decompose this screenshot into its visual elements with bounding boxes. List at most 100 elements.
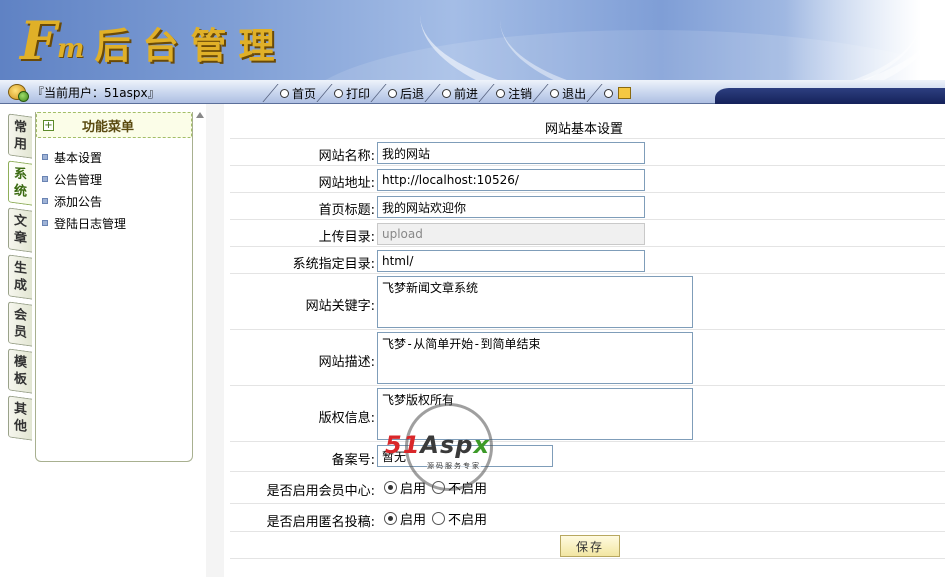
anonymous-post-on-radio[interactable]	[384, 512, 397, 525]
anonymous-post-on-label[interactable]: 启用	[400, 509, 426, 528]
home-title-label: 首页标题:	[318, 203, 375, 218]
bullet-icon	[42, 220, 48, 226]
copyright-textarea[interactable]: 飞梦版权所有	[377, 388, 693, 440]
row-description: 网站描述: 飞梦-从简单开始-到简单结束	[230, 329, 945, 385]
tab-char: 常	[13, 119, 27, 136]
nav-exit-label: 退出	[562, 86, 587, 101]
system-dir-input[interactable]	[377, 250, 645, 272]
member-center-off-label[interactable]: 不启用	[448, 478, 487, 497]
tab-char: 会	[13, 307, 27, 324]
tab-char: 他	[13, 418, 27, 435]
radio-circle-icon	[280, 88, 289, 98]
nav-back-label: 后退	[400, 86, 425, 101]
site-url-label: 网站地址:	[318, 176, 375, 191]
bullet-icon	[42, 154, 48, 160]
nav-bar-tail	[715, 88, 945, 104]
tab-member[interactable]: 会 员	[8, 301, 32, 347]
nav-home[interactable]: 首页	[268, 83, 322, 103]
nav-forward-label: 前进	[454, 86, 479, 101]
member-center-on-radio[interactable]	[384, 481, 397, 494]
nav-exit[interactable]: 退出	[538, 83, 592, 103]
home-title-input[interactable]	[377, 196, 645, 218]
anonymous-post-off-label[interactable]: 不启用	[448, 509, 487, 528]
row-site-name: 网站名称:	[230, 138, 945, 165]
upload-dir-input	[377, 223, 645, 245]
nav-home-label: 首页	[292, 86, 317, 101]
nav-folder[interactable]	[592, 83, 637, 103]
nav-logout[interactable]: 注销	[484, 83, 538, 103]
member-center-on-label[interactable]: 启用	[400, 478, 426, 497]
nav-back[interactable]: 后退	[376, 83, 430, 103]
keywords-label: 网站关键字:	[305, 299, 375, 314]
member-center-radio-group: 启用 不启用	[384, 478, 493, 497]
nav-print-label: 打印	[346, 86, 371, 101]
nav-forward[interactable]: 前进	[430, 83, 484, 103]
member-center-label: 是否启用会员中心:	[266, 484, 375, 499]
anonymous-post-label: 是否启用匿名投稿:	[266, 515, 375, 530]
logo-text: 后台管理	[94, 25, 287, 67]
nav-print[interactable]: 打印	[322, 83, 376, 103]
nav-items: 首页 打印 后退 前进 注销 退出	[268, 83, 637, 103]
menu-item-label: 登陆日志管理	[54, 216, 127, 231]
radio-circle-icon	[496, 88, 506, 98]
tab-common[interactable]: 常 用	[8, 113, 32, 159]
site-name-label: 网站名称:	[318, 149, 375, 164]
row-icp: 备案号:	[230, 441, 945, 471]
current-user-label: 『当前用户：51aspx』	[32, 85, 160, 100]
description-textarea[interactable]: 飞梦-从简单开始-到简单结束	[377, 332, 693, 384]
member-center-off-radio[interactable]	[432, 481, 446, 494]
logo-sub: m	[56, 34, 85, 64]
frame-divider[interactable]	[206, 104, 224, 577]
menu-item-basic-settings[interactable]: 基本设置	[42, 146, 192, 168]
radio-circle-icon	[550, 88, 560, 98]
tab-template[interactable]: 模 板	[8, 348, 32, 394]
nav-logout-label: 注销	[508, 86, 533, 101]
tab-generate[interactable]: 生 成	[8, 254, 32, 300]
banner-fade	[785, 0, 945, 80]
tab-char: 生	[13, 260, 27, 277]
current-user: 『当前用户：51aspx』	[8, 83, 160, 102]
radio-circle-icon	[334, 88, 344, 98]
site-url-input[interactable]	[377, 169, 645, 191]
menu-item-label: 基本设置	[54, 150, 103, 165]
copyright-label: 版权信息:	[318, 411, 375, 426]
description-label: 网站描述:	[318, 355, 375, 370]
upload-dir-label: 上传目录:	[318, 230, 375, 245]
tab-char: 板	[13, 371, 27, 388]
user-icon	[8, 84, 29, 102]
icp-input[interactable]	[377, 445, 553, 467]
anonymous-post-off-radio[interactable]	[432, 512, 446, 525]
tab-system[interactable]: 系 统	[8, 160, 32, 206]
radio-circle-icon	[442, 88, 452, 98]
menu-item-login-log[interactable]: 登陆日志管理	[42, 212, 192, 234]
tab-other[interactable]: 其 他	[8, 395, 32, 441]
tab-char: 章	[13, 230, 27, 247]
folder-icon	[618, 87, 632, 99]
radio-circle-icon	[604, 88, 614, 98]
row-member-center: 是否启用会员中心: 启用 不启用	[230, 471, 945, 503]
logo: F m 后台管理	[20, 10, 286, 70]
tab-article[interactable]: 文 章	[8, 207, 32, 253]
expand-icon[interactable]: +	[43, 119, 54, 131]
function-menu-panel: + 功能菜单 基本设置 公告管理 添加公告 登陆日志管理	[35, 112, 193, 462]
vertical-tabs: 常 用 系 统 文 章 生 成 会 员 模 板 其 他	[8, 113, 36, 444]
logo-mark: F	[20, 11, 57, 72]
bullet-icon	[42, 176, 48, 182]
header-banner: F m 后台管理	[0, 0, 945, 80]
scroll-up-arrow-icon[interactable]	[195, 112, 205, 120]
menu-item-label: 公告管理	[54, 172, 103, 187]
function-menu-title: 功能菜单	[82, 119, 135, 135]
keywords-textarea[interactable]: 飞梦新闻文章系统	[377, 276, 693, 328]
system-dir-label: 系统指定目录:	[292, 257, 375, 272]
tab-char: 其	[13, 401, 27, 418]
form-title: 网站基本设置	[545, 122, 624, 137]
save-button[interactable]: 保存	[560, 535, 620, 557]
menu-item-add-notice[interactable]: 添加公告	[42, 190, 192, 212]
tab-char: 统	[13, 183, 27, 200]
tab-char: 模	[13, 354, 27, 371]
row-upload-dir: 上传目录:	[230, 219, 945, 246]
menu-item-notice-manage[interactable]: 公告管理	[42, 168, 192, 190]
tab-char: 用	[13, 136, 27, 153]
function-menu-header[interactable]: + 功能菜单	[36, 112, 192, 138]
site-name-input[interactable]	[377, 142, 645, 164]
